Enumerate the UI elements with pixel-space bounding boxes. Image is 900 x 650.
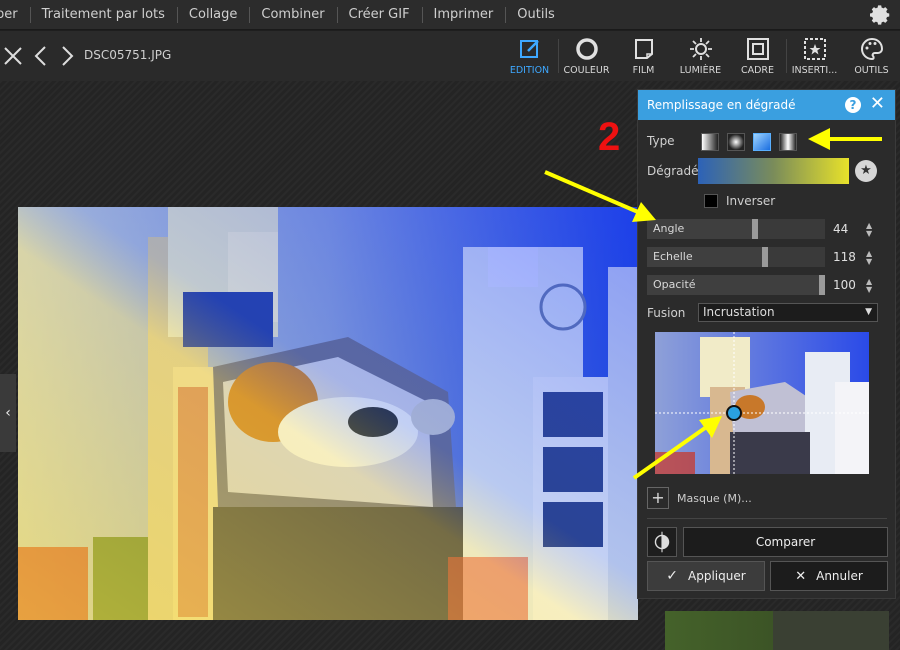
- tab-insertion[interactable]: INSERTI...: [786, 31, 843, 81]
- type-reflected-button[interactable]: [779, 133, 797, 151]
- star-icon[interactable]: ★: [855, 160, 877, 182]
- step-number-annotation: 2: [598, 115, 621, 159]
- tool-tabs: EDITION COULEUR FILM LUMIÈRE CADRE INSER…: [501, 31, 900, 81]
- angle-spinner-icon[interactable]: ▲ ▼: [866, 222, 872, 238]
- panel-divider: [647, 518, 887, 519]
- type-diagonal-button[interactable]: [753, 133, 771, 151]
- blend-label: Fusion: [647, 306, 686, 320]
- chevron-left-icon[interactable]: [30, 44, 52, 68]
- scale-spinner-icon[interactable]: ▲ ▼: [866, 250, 872, 266]
- menu-item-gif[interactable]: Créer GIF: [336, 0, 422, 30]
- add-mask-button[interactable]: +: [647, 487, 669, 509]
- gradient-label: Dégradé: [647, 164, 699, 178]
- tab-outils[interactable]: OUTILS: [843, 31, 900, 81]
- sun-icon: [689, 38, 712, 60]
- angle-slider[interactable]: Angle: [647, 219, 825, 239]
- opacity-slider-handle[interactable]: [819, 275, 825, 295]
- type-label: Type: [647, 134, 675, 148]
- left-panel-toggle[interactable]: ‹: [0, 374, 16, 452]
- tab-edition[interactable]: EDITION: [501, 31, 558, 81]
- frame-icon: [746, 38, 769, 60]
- angle-value[interactable]: 44: [833, 222, 848, 236]
- gradient-fill-panel: Remplissage en dégradé ? ✕ Type Dégradé …: [637, 89, 896, 599]
- tab-cadre[interactable]: CADRE: [729, 31, 786, 81]
- menu-item-batch[interactable]: Traitement par lots: [29, 0, 177, 30]
- check-icon: ✓: [666, 568, 679, 584]
- color-icon: [575, 38, 598, 60]
- invert-checkbox[interactable]: [704, 194, 718, 208]
- close-icon[interactable]: ✕: [870, 95, 885, 113]
- gradient-preview-bar[interactable]: [698, 158, 849, 184]
- panel-title: Remplissage en dégradé: [647, 98, 796, 112]
- top-toolbar: DSC05751.JPG EDITION COULEUR FILM LUMIÈR…: [0, 31, 900, 81]
- apply-button[interactable]: ✓ Appliquer: [647, 561, 765, 591]
- gear-icon[interactable]: [870, 4, 892, 26]
- menu-item-per[interactable]: per: [0, 0, 30, 30]
- edit-icon: [519, 40, 539, 58]
- blend-mode-select[interactable]: Incrustation ▼: [698, 303, 878, 322]
- palette-icon: [860, 37, 883, 61]
- angle-slider-handle[interactable]: [752, 219, 758, 239]
- mask-label[interactable]: Masque (M)...: [677, 492, 752, 505]
- invert-label: Inverser: [726, 194, 776, 208]
- close-icon: ✕: [795, 568, 807, 584]
- opacity-spinner-icon[interactable]: ▲ ▼: [866, 278, 872, 294]
- insert-icon: [803, 38, 826, 60]
- tab-film[interactable]: FILM: [615, 31, 672, 81]
- scale-value[interactable]: 118: [833, 250, 856, 264]
- menu-item-tools[interactable]: Outils: [505, 0, 567, 30]
- compare-split-icon[interactable]: [647, 527, 677, 557]
- menu-item-print[interactable]: Imprimer: [421, 0, 506, 30]
- film-icon: [634, 39, 653, 59]
- scale-slider[interactable]: Echelle: [647, 247, 825, 267]
- tab-lumiere[interactable]: LUMIÈRE: [672, 31, 729, 81]
- gradient-position-preview[interactable]: [655, 332, 869, 474]
- edited-photo: [18, 207, 638, 620]
- menu-item-collage[interactable]: Collage: [176, 0, 249, 30]
- background-panel-strip: [665, 611, 889, 650]
- panel-header: Remplissage en dégradé ? ✕: [638, 90, 895, 120]
- help-icon[interactable]: ?: [845, 97, 861, 113]
- cancel-button[interactable]: ✕ Annuler: [770, 561, 888, 591]
- close-icon[interactable]: [2, 44, 24, 68]
- chevron-right-icon[interactable]: [56, 44, 78, 68]
- type-linear-button[interactable]: [701, 133, 719, 151]
- opacity-value[interactable]: 100: [833, 278, 856, 292]
- chevron-left-icon: ‹: [5, 405, 11, 421]
- opacity-slider[interactable]: Opacité: [647, 275, 825, 295]
- tab-couleur[interactable]: COULEUR: [558, 31, 615, 81]
- menu-item-combine[interactable]: Combiner: [249, 0, 336, 30]
- scale-slider-handle[interactable]: [762, 247, 768, 267]
- menu-bar: per Traitement par lots Collage Combiner…: [0, 0, 900, 30]
- chevron-down-icon: ▼: [865, 307, 872, 317]
- type-radial-button[interactable]: [727, 133, 745, 151]
- compare-button[interactable]: Comparer: [683, 527, 888, 557]
- file-name: DSC05751.JPG: [84, 48, 172, 62]
